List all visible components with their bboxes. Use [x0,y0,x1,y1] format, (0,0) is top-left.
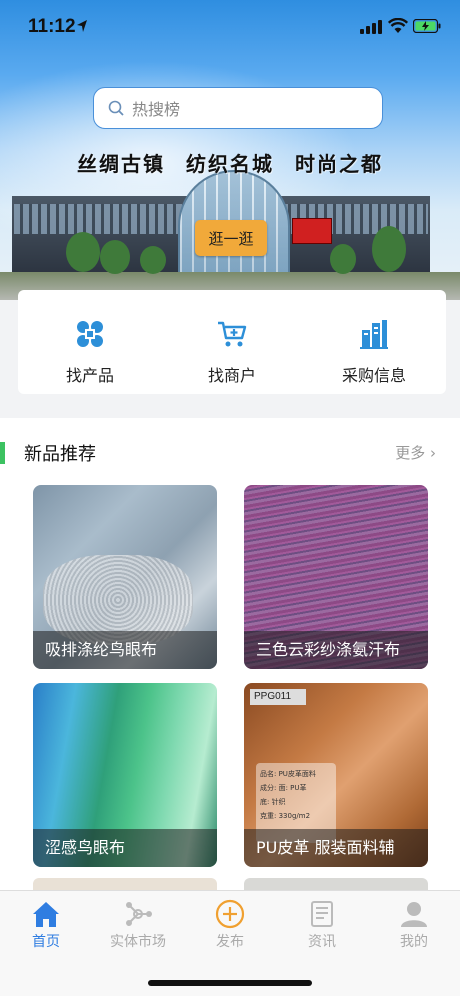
product-caption: 吸排涤纶鸟眼布 [33,631,217,669]
tree [66,232,100,272]
location-arrow-icon [77,20,87,32]
swatch-code-label: PPG011 [250,689,306,705]
buildings-icon [360,320,388,349]
section-title: 新品推荐 [24,444,96,465]
quick-nav-find-merchants[interactable]: 找商户 [162,290,302,394]
chevron-right-icon: › [430,444,436,462]
swatch-line: 成分: 面: PU革 [260,784,307,792]
tab-label: 首页 [32,934,60,950]
home-indicator [148,980,312,986]
tab-news[interactable]: 资讯 [276,891,368,955]
cart-plus-icon [218,321,247,347]
product-caption: PU皮革 服装面料辅 [244,829,428,867]
wifi-icon [388,18,408,33]
tab-label: 实体市场 [110,934,166,950]
quick-nav-label: 采购信息 [341,366,406,385]
product-card[interactable]: 涩感鸟眼布 [33,683,217,867]
grid-knot-icon [77,321,103,347]
tree [140,246,166,274]
stroll-button[interactable]: 逛一逛 [195,220,267,256]
product-card[interactable]: 吸排涤纶鸟眼布 [33,485,217,669]
section-accent-bar [0,442,5,464]
status-bar: 11:12 [0,0,460,56]
search-input[interactable]: 热搜榜 [93,87,383,129]
more-link[interactable]: 更多 › [395,442,436,463]
swatch-line: 品名: PU皮革面料 [260,770,316,778]
news-icon [311,901,333,927]
product-card[interactable]: 三色云彩纱涤氨汗布 [244,485,428,669]
home-icon [33,902,59,927]
product-card-peek [244,878,428,890]
tab-label: 我的 [400,934,428,950]
swatch-line: 克重: 330g/m2 [260,812,311,820]
tree [372,226,406,272]
led-screen [292,218,332,244]
tab-profile[interactable]: 我的 [368,891,460,955]
building-left-windows [14,204,190,234]
slogan: 丝绸古镇 纺织名城 时尚之都 [77,152,383,176]
battery-charging-icon [413,19,441,33]
plus-circle-icon [215,899,245,929]
more-label: 更多 [395,444,426,462]
quick-nav-find-products[interactable]: 找产品 [20,290,160,394]
product-caption: 涩感鸟眼布 [33,829,217,867]
status-time: 11:12 [28,16,76,37]
search-icon [108,100,124,116]
tab-market[interactable]: 实体市场 [92,891,184,955]
search-placeholder: 热搜榜 [132,100,181,119]
product-card-peek [33,878,217,890]
signal-icon [360,20,382,34]
quick-nav-card: 找产品 找商户 采购信息 [18,290,446,394]
tab-home[interactable]: 首页 [0,891,92,955]
tree [330,244,356,274]
product-card[interactable]: PPG011 品名: PU皮革面料 成分: 面: PU革 底: 针织 克重: 3… [244,683,428,867]
quick-nav-procurement[interactable]: 采购信息 [304,290,444,394]
quick-nav-label: 找产品 [65,366,114,385]
tab-publish[interactable]: 发布 [184,891,276,955]
tree [100,240,130,274]
tab-label: 发布 [216,934,244,950]
user-icon [401,902,427,927]
product-caption: 三色云彩纱涤氨汗布 [244,631,428,669]
quick-nav-label: 找商户 [207,366,256,385]
swatch-line: 底: 针织 [260,798,286,806]
tab-label: 资讯 [308,934,336,950]
nodes-icon [126,902,152,926]
